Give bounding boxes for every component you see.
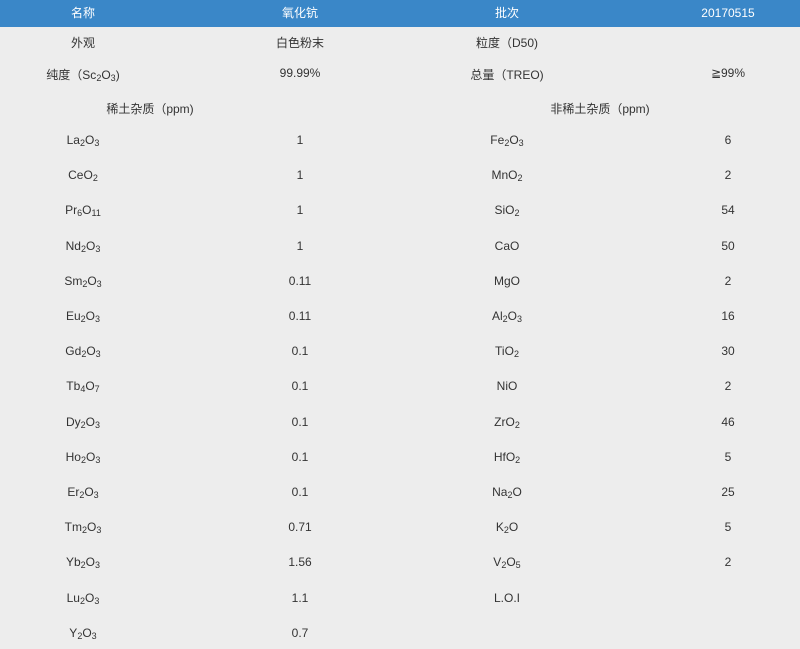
rare-earth-oxide: Y2O3	[69, 625, 97, 641]
info-value: 白色粉末	[275, 36, 324, 50]
rare-earth-value: 0.1	[291, 449, 309, 464]
rare-earth-impurities-heading: 稀土杂质（ppm)	[106, 102, 194, 116]
rare-earth-oxide: La2O3	[66, 133, 100, 148]
non-rare-earth-value: 6	[724, 133, 732, 147]
rare-earth-oxide: Nd2O3	[65, 238, 101, 254]
rare-earth-value: 0.1	[291, 344, 309, 359]
non-rare-earth-value: 5	[724, 449, 732, 464]
non-rare-earth-value: 16	[721, 309, 735, 323]
non-rare-earth-impurities-heading: 非稀土杂质（ppm)	[550, 102, 650, 116]
rare-earth-value: 1.56	[288, 555, 312, 570]
rare-earth-value: 0.1	[291, 379, 309, 394]
non-rare-earth-compound: MgO	[493, 273, 520, 288]
rare-earth-oxide: Pr6O11	[65, 203, 101, 219]
non-rare-earth-compound: NiO	[496, 379, 518, 394]
rare-earth-value: 0.71	[288, 520, 312, 535]
rare-earth-value: 0.1	[291, 414, 309, 429]
rare-earth-value: 1	[296, 168, 304, 183]
non-rare-earth-value: 2	[724, 555, 732, 570]
rare-earth-value: 0.7	[291, 625, 309, 640]
rare-earth-oxide: Dy2O3	[65, 414, 101, 430]
header-product: 氧化钪	[281, 6, 318, 20]
non-rare-earth-compound: Al2O3	[491, 309, 523, 324]
rare-earth-oxide: Ho2O3	[65, 449, 101, 465]
non-rare-earth-value: 2	[724, 379, 732, 394]
rare-earth-oxide: CeO2	[68, 168, 98, 184]
rare-earth-oxide: Tb4O7	[66, 379, 100, 395]
rare-earth-value: 1	[296, 133, 304, 147]
info-label: 粒度（D50)	[475, 36, 538, 50]
rare-earth-oxide: Yb2O3	[65, 555, 101, 571]
non-rare-earth-compound: Fe2O3	[490, 133, 524, 148]
non-rare-earth-value: 50	[721, 238, 735, 253]
info-label: 总量（TREO)	[470, 68, 544, 82]
rare-earth-value: 0.11	[288, 273, 312, 288]
non-rare-earth-compound: CaO	[494, 238, 520, 253]
rare-earth-oxide: Gd2O3	[65, 344, 101, 360]
non-rare-earth-compound: ZrO2	[494, 414, 520, 430]
rare-earth-value: 0.1	[291, 485, 309, 499]
rare-earth-oxide: Sm2O3	[64, 273, 102, 289]
non-rare-earth-value: 25	[721, 485, 735, 499]
non-rare-earth-compound: V2O5	[493, 555, 521, 571]
non-rare-earth-compound: Na2O	[492, 485, 522, 500]
non-rare-earth-value: 54	[721, 203, 735, 218]
non-rare-earth-compound: SiO2	[494, 203, 520, 219]
rare-earth-oxide: Tm2O3	[64, 520, 102, 536]
rare-earth-value: 1	[296, 238, 304, 253]
non-rare-earth-compound: TiO2	[495, 344, 519, 360]
non-rare-earth-value: 30	[721, 344, 735, 359]
info-value: ≧99%	[710, 66, 746, 80]
header-batch-label: 批次	[494, 6, 519, 20]
non-rare-earth-value: 2	[724, 273, 732, 288]
info-value: 99.99%	[279, 66, 321, 80]
info-label: 外观	[70, 36, 95, 50]
non-rare-earth-compound: MnO2	[491, 168, 523, 184]
info-label: 纯度（Sc2O3)	[46, 68, 120, 83]
non-rare-earth-compound: K2O	[495, 520, 519, 536]
rare-earth-oxide: Er2O3	[67, 485, 99, 500]
non-rare-earth-value: 46	[721, 414, 735, 429]
rare-earth-oxide: Lu2O3	[66, 590, 100, 606]
non-rare-earth-value: 5	[724, 520, 732, 535]
rare-earth-value: 0.11	[288, 309, 312, 323]
rare-earth-value: 1	[296, 203, 304, 218]
header-name: 名称	[70, 6, 95, 20]
header-batch-number: 20170515	[701, 6, 755, 20]
table-header: 名称 氧化钪 批次 20170515	[0, 0, 800, 27]
rare-earth-oxide: Eu2O3	[65, 309, 101, 324]
non-rare-earth-value: 2	[724, 168, 732, 183]
rare-earth-value: 1.1	[291, 590, 309, 605]
non-rare-earth-compound: L.O.I	[493, 590, 520, 605]
non-rare-earth-compound: HfO2	[493, 449, 521, 465]
